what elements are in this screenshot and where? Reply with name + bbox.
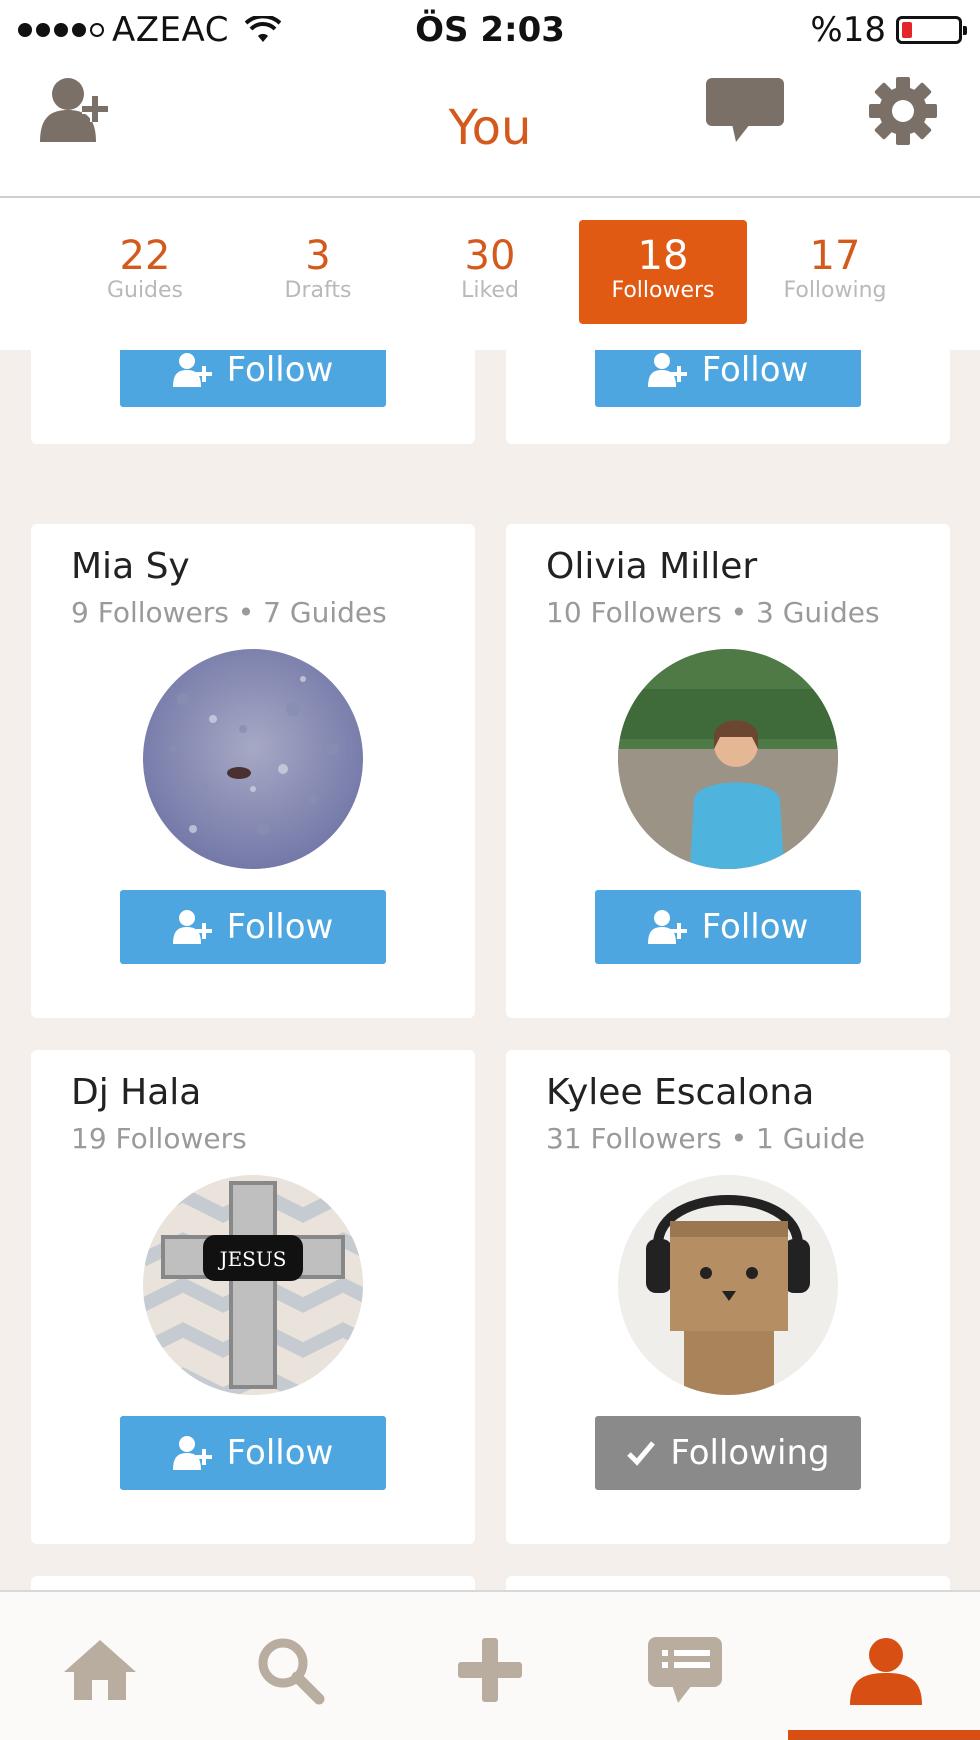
follower-card: Follow [506,350,950,444]
add-user-icon [647,353,687,387]
follower-card [506,1576,950,1590]
follower-name: Kylee Escalona [546,1072,815,1113]
stat-label: Followers [611,278,715,303]
status-bar: AZEAC ÖS 2:03 %18 [0,0,980,62]
stat-followers[interactable]: 18 Followers [579,220,747,324]
stat-label: Following [783,278,887,303]
follow-button[interactable]: Follow [595,350,861,407]
follower-card-dj-hala[interactable]: Dj Hala 19 Followers JESUS Follow [31,1050,475,1544]
avatar-cross-text: JESUS [218,1247,287,1271]
stat-count: 30 [464,233,516,279]
plus-icon[interactable] [450,1630,530,1710]
add-user-icon [647,910,687,944]
add-user-icon [172,1436,212,1470]
follow-button-label: Follow [701,350,809,390]
add-user-icon [172,910,212,944]
page-title: You [448,100,532,156]
battery-percent: %18 [810,10,886,50]
follow-button[interactable]: Follow [120,1416,386,1490]
stat-label: Guides [106,278,184,303]
active-tab-indicator [788,1730,980,1740]
follow-button[interactable]: Follow [120,350,386,407]
followers-grid: Follow Follow Mia Sy 9 Followers • 7 Gui… [0,350,980,1590]
follower-stats: 31 Followers • 1 Guide [546,1122,865,1155]
stat-following[interactable]: 17 Following [751,220,919,324]
stat-count: 3 [305,233,331,279]
follow-button-label: Follow [226,1433,334,1473]
gear-icon[interactable] [868,76,938,150]
follower-stats: 19 Followers [71,1122,247,1155]
follower-card [31,1576,475,1590]
messages-icon[interactable] [645,1630,725,1710]
follower-card-olivia-miller[interactable]: Olivia Miller 10 Followers • 3 Guides Fo… [506,524,950,1018]
stat-guides[interactable]: 22 Guides [61,220,229,324]
following-button-label: Following [670,1433,830,1473]
follower-card-kylee-escalona[interactable]: Kylee Escalona 31 Followers • 1 Guide Fo… [506,1050,950,1544]
battery-icon [896,16,967,44]
home-icon[interactable] [60,1630,140,1710]
nav-bar: You [0,62,980,198]
avatar[interactable] [618,649,838,869]
add-user-icon [172,353,212,387]
follow-button[interactable]: Follow [595,890,861,964]
battery-area: %18 [810,10,967,50]
stat-count: 17 [809,233,861,279]
profile-stats-tabs: 22 Guides 3 Drafts 30 Liked 18 Followers… [0,198,980,350]
stat-label: Drafts [284,278,352,303]
battery-level [902,22,912,38]
chat-bubble-icon[interactable] [706,78,784,148]
stat-label: Liked [461,278,519,303]
bottom-tab-bar [0,1590,980,1740]
follower-name: Mia Sy [71,546,190,587]
avatar[interactable] [143,649,363,869]
follow-button[interactable]: Follow [120,890,386,964]
profile-icon[interactable] [846,1630,926,1710]
stat-liked[interactable]: 30 Liked [406,220,574,324]
avatar[interactable] [618,1175,838,1395]
stat-drafts[interactable]: 3 Drafts [234,220,402,324]
checkmark-icon [627,1441,656,1466]
follower-name: Dj Hala [71,1072,202,1113]
avatar[interactable]: JESUS [143,1175,363,1395]
follower-card: Follow [31,350,475,444]
follow-button-label: Follow [226,907,334,947]
search-icon[interactable] [250,1630,330,1710]
stat-count: 22 [119,233,171,279]
follower-stats: 9 Followers • 7 Guides [71,596,387,629]
follower-card-mia-sy[interactable]: Mia Sy 9 Followers • 7 Guides Follow [31,524,475,1018]
follower-name: Olivia Miller [546,546,758,587]
follow-button-label: Follow [701,907,809,947]
stat-count: 18 [637,233,689,279]
following-button[interactable]: Following [595,1416,861,1490]
follower-stats: 10 Followers • 3 Guides [546,596,880,629]
follow-button-label: Follow [226,350,334,390]
